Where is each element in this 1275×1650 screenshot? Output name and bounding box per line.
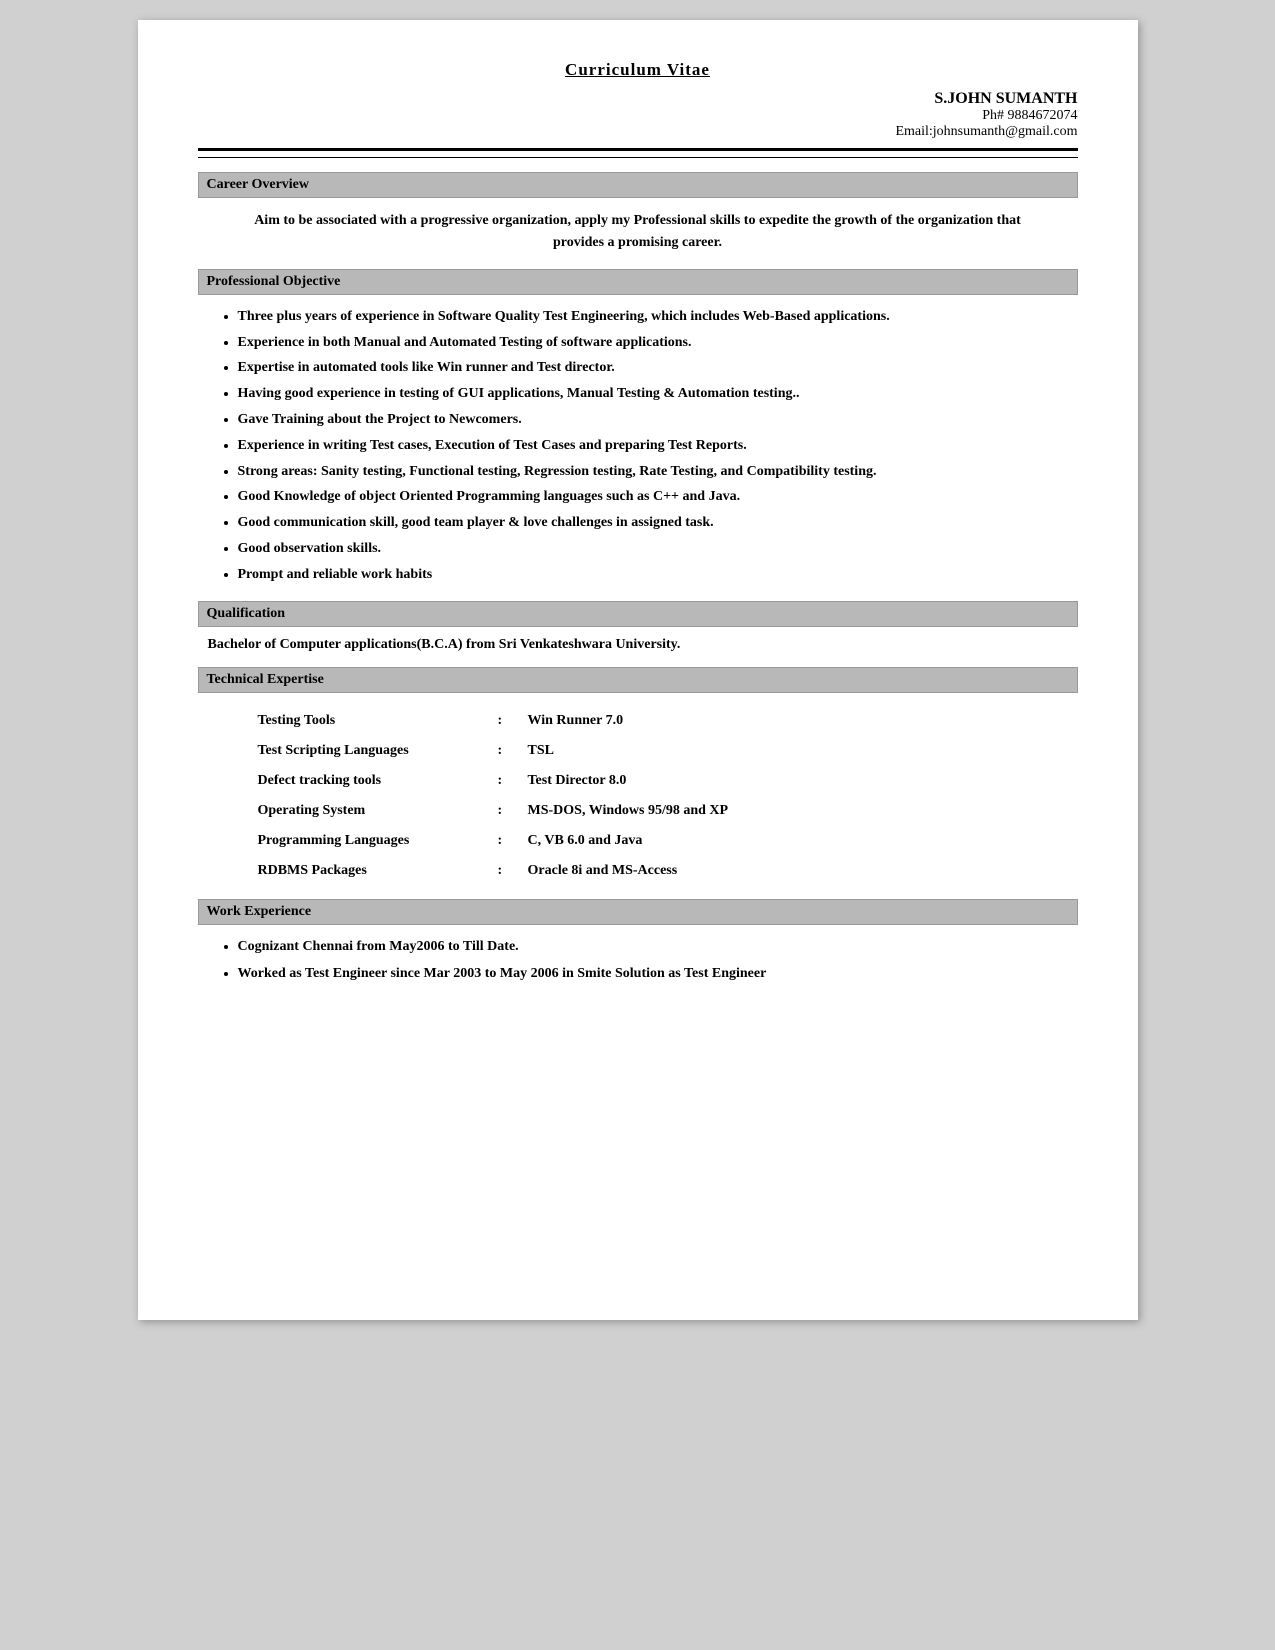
candidate-name: S.JOHN SUMANTH xyxy=(198,90,1078,108)
qualification-text: Bachelor of Computer applications(B.C.A)… xyxy=(208,637,1078,653)
list-item: Good observation skills. xyxy=(238,537,1078,561)
list-item: Gave Training about the Project to Newco… xyxy=(238,408,1078,432)
tech-colon: : xyxy=(498,857,528,885)
list-item: Worked as Test Engineer since Mar 2003 t… xyxy=(238,962,1078,986)
professional-objective-list: Three plus years of experience in Softwa… xyxy=(228,305,1078,587)
list-item: Prompt and reliable work habits xyxy=(238,563,1078,587)
career-overview-text: Aim to be associated with a progressive … xyxy=(238,210,1038,255)
tech-value: TSL xyxy=(528,737,1078,765)
tech-colon: : xyxy=(498,767,528,795)
list-item: Three plus years of experience in Softwa… xyxy=(238,305,1078,329)
list-item: Cognizant Chennai from May2006 to Till D… xyxy=(238,935,1078,959)
list-item: Expertise in automated tools like Win ru… xyxy=(238,356,1078,380)
tech-colon: : xyxy=(498,737,528,765)
list-item: Experience in writing Test cases, Execut… xyxy=(238,434,1078,458)
header-top: Curriculum Vitae xyxy=(198,60,1078,80)
technical-expertise-header: Technical Expertise xyxy=(198,667,1078,693)
cv-title: Curriculum Vitae xyxy=(565,60,710,79)
tech-value: Test Director 8.0 xyxy=(528,767,1078,795)
table-row: Programming Languages : C, VB 6.0 and Ja… xyxy=(258,827,1078,855)
candidate-email: Email:johnsumanth@gmail.com xyxy=(198,124,1078,140)
tech-label: Programming Languages xyxy=(258,827,498,855)
list-item: Experience in both Manual and Automated … xyxy=(238,331,1078,355)
work-experience-list: Cognizant Chennai from May2006 to Till D… xyxy=(228,935,1078,987)
list-item: Strong areas: Sanity testing, Functional… xyxy=(238,460,1078,484)
career-overview-header: Career Overview xyxy=(198,172,1078,198)
qualification-header: Qualification xyxy=(198,601,1078,627)
list-item: Good communication skill, good team play… xyxy=(238,511,1078,535)
tech-label: Test Scripting Languages xyxy=(258,737,498,765)
tech-label: RDBMS Packages xyxy=(258,857,498,885)
tech-label: Testing Tools xyxy=(258,707,498,735)
tech-value: MS-DOS, Windows 95/98 and XP xyxy=(528,797,1078,825)
table-row: Defect tracking tools : Test Director 8.… xyxy=(258,767,1078,795)
professional-objective-header: Professional Objective xyxy=(198,269,1078,295)
tech-colon: : xyxy=(498,797,528,825)
list-item: Good Knowledge of object Oriented Progra… xyxy=(238,485,1078,509)
tech-colon: : xyxy=(498,827,528,855)
thin-divider xyxy=(198,157,1078,158)
table-row: RDBMS Packages : Oracle 8i and MS-Access xyxy=(258,857,1078,885)
tech-value: Win Runner 7.0 xyxy=(528,707,1078,735)
candidate-phone: Ph# 9884672074 xyxy=(198,108,1078,124)
thick-divider xyxy=(198,148,1078,151)
table-row: Test Scripting Languages : TSL xyxy=(258,737,1078,765)
resume-page: Curriculum Vitae S.JOHN SUMANTH Ph# 9884… xyxy=(138,20,1138,1320)
table-row: Operating System : MS-DOS, Windows 95/98… xyxy=(258,797,1078,825)
tech-value: Oracle 8i and MS-Access xyxy=(528,857,1078,885)
tech-label: Operating System xyxy=(258,797,498,825)
table-row: Testing Tools : Win Runner 7.0 xyxy=(258,707,1078,735)
list-item: Having good experience in testing of GUI… xyxy=(238,382,1078,406)
tech-label: Defect tracking tools xyxy=(258,767,498,795)
tech-colon: : xyxy=(498,707,528,735)
tech-value: C, VB 6.0 and Java xyxy=(528,827,1078,855)
work-experience-header: Work Experience xyxy=(198,899,1078,925)
technical-expertise-table: Testing Tools : Win Runner 7.0 Test Scri… xyxy=(258,707,1078,885)
header-info: S.JOHN SUMANTH Ph# 9884672074 Email:john… xyxy=(198,90,1078,140)
